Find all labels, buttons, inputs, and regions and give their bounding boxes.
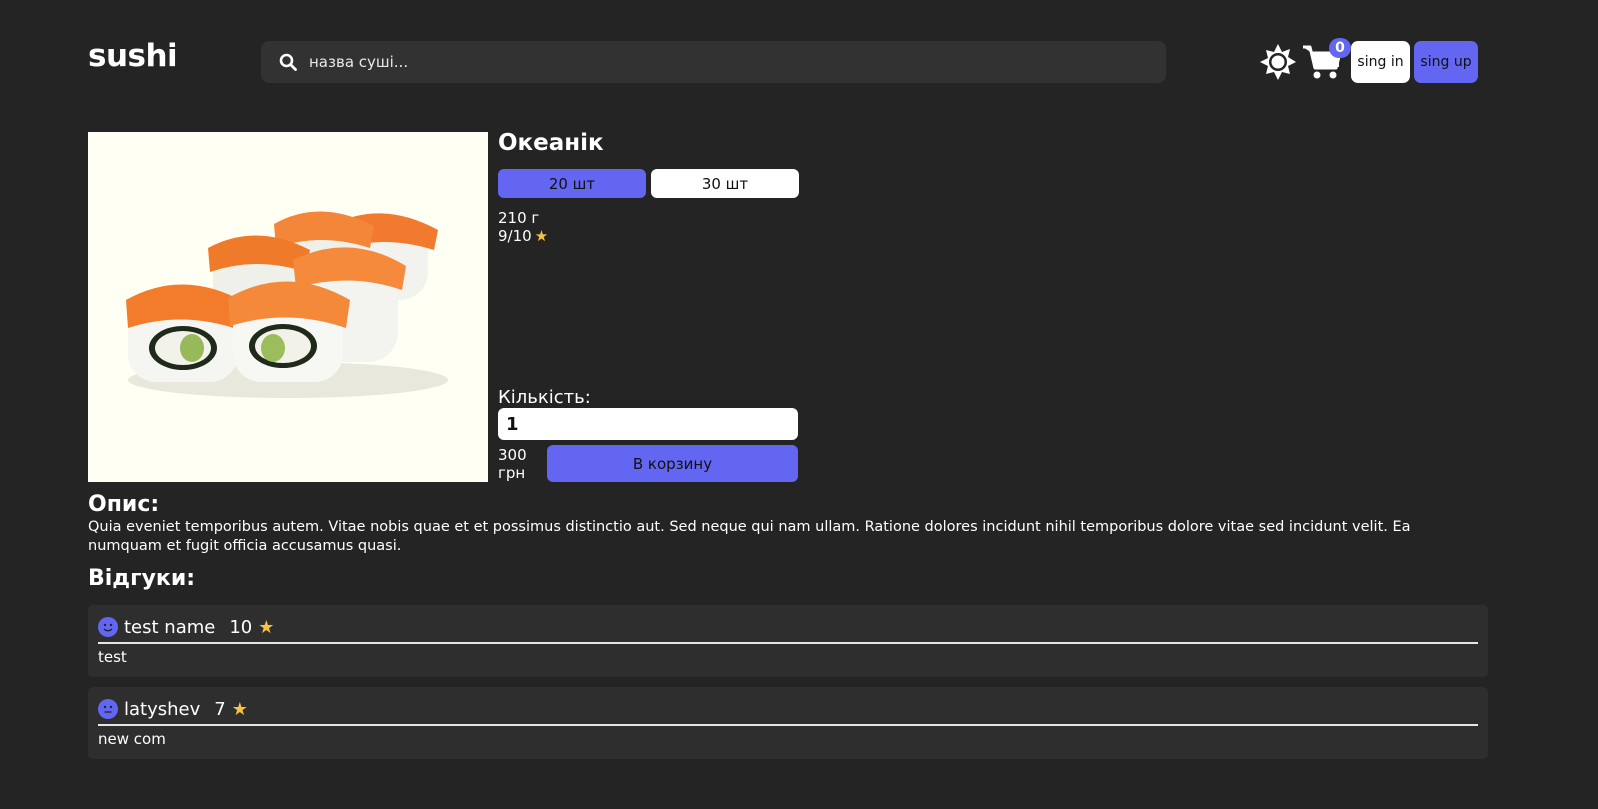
- site-logo[interactable]: sushi: [88, 38, 178, 74]
- review-author: latyshev: [124, 698, 201, 720]
- description-text: Quia eveniet temporibus autem. Vitae nob…: [88, 519, 1411, 554]
- price-amount: 300: [498, 446, 527, 464]
- reviews-heading: Відгуки:: [88, 566, 196, 591]
- review-text: test: [98, 648, 127, 666]
- theme-toggle-button[interactable]: [1259, 43, 1297, 81]
- review-divider: [98, 642, 1478, 644]
- sign-up-button[interactable]: sing up: [1414, 41, 1478, 83]
- product-rating: 9/10 ★: [498, 227, 548, 245]
- star-icon: ★: [534, 227, 549, 245]
- product-title: Океанік: [498, 130, 604, 156]
- rating-value: 9/10: [498, 227, 532, 245]
- review-text: new com: [98, 730, 166, 748]
- price-currency: грн: [498, 464, 526, 482]
- review-header: test name 10 ★: [98, 613, 1478, 641]
- search-icon: [277, 51, 299, 73]
- cart-button[interactable]: 0: [1302, 38, 1351, 82]
- neutral-face-icon: [98, 699, 118, 719]
- cart-count-badge: 0: [1329, 38, 1351, 58]
- product-price: 300 грн: [498, 446, 538, 482]
- review-header: latyshev 7 ★: [98, 695, 1478, 723]
- review-card: latyshev 7 ★ new com: [88, 687, 1488, 759]
- search-bar[interactable]: [261, 41, 1166, 83]
- quantity-input[interactable]: [498, 408, 798, 440]
- sun-icon: [1260, 44, 1296, 80]
- star-icon: ★: [231, 698, 248, 720]
- search-input[interactable]: [307, 52, 1131, 72]
- add-to-cart-button[interactable]: В корзину: [547, 445, 798, 482]
- product-weight: 210 г: [498, 209, 540, 227]
- review-score: 10: [229, 616, 253, 638]
- smiling-face-icon: [98, 617, 118, 637]
- star-icon: ★: [258, 616, 275, 638]
- size-option-30[interactable]: 30 шт: [651, 169, 799, 198]
- description-heading: Опис:: [88, 492, 160, 517]
- review-divider: [98, 724, 1478, 726]
- quantity-label: Кількість:: [498, 387, 591, 408]
- review-card: test name 10 ★ test: [88, 605, 1488, 677]
- sushi-roll-front: [126, 281, 350, 382]
- size-option-20[interactable]: 20 шт: [498, 169, 646, 198]
- review-author: test name: [124, 616, 216, 638]
- sign-in-button[interactable]: sing in: [1351, 41, 1410, 83]
- review-score: 7: [214, 698, 226, 720]
- product-image: [88, 132, 488, 482]
